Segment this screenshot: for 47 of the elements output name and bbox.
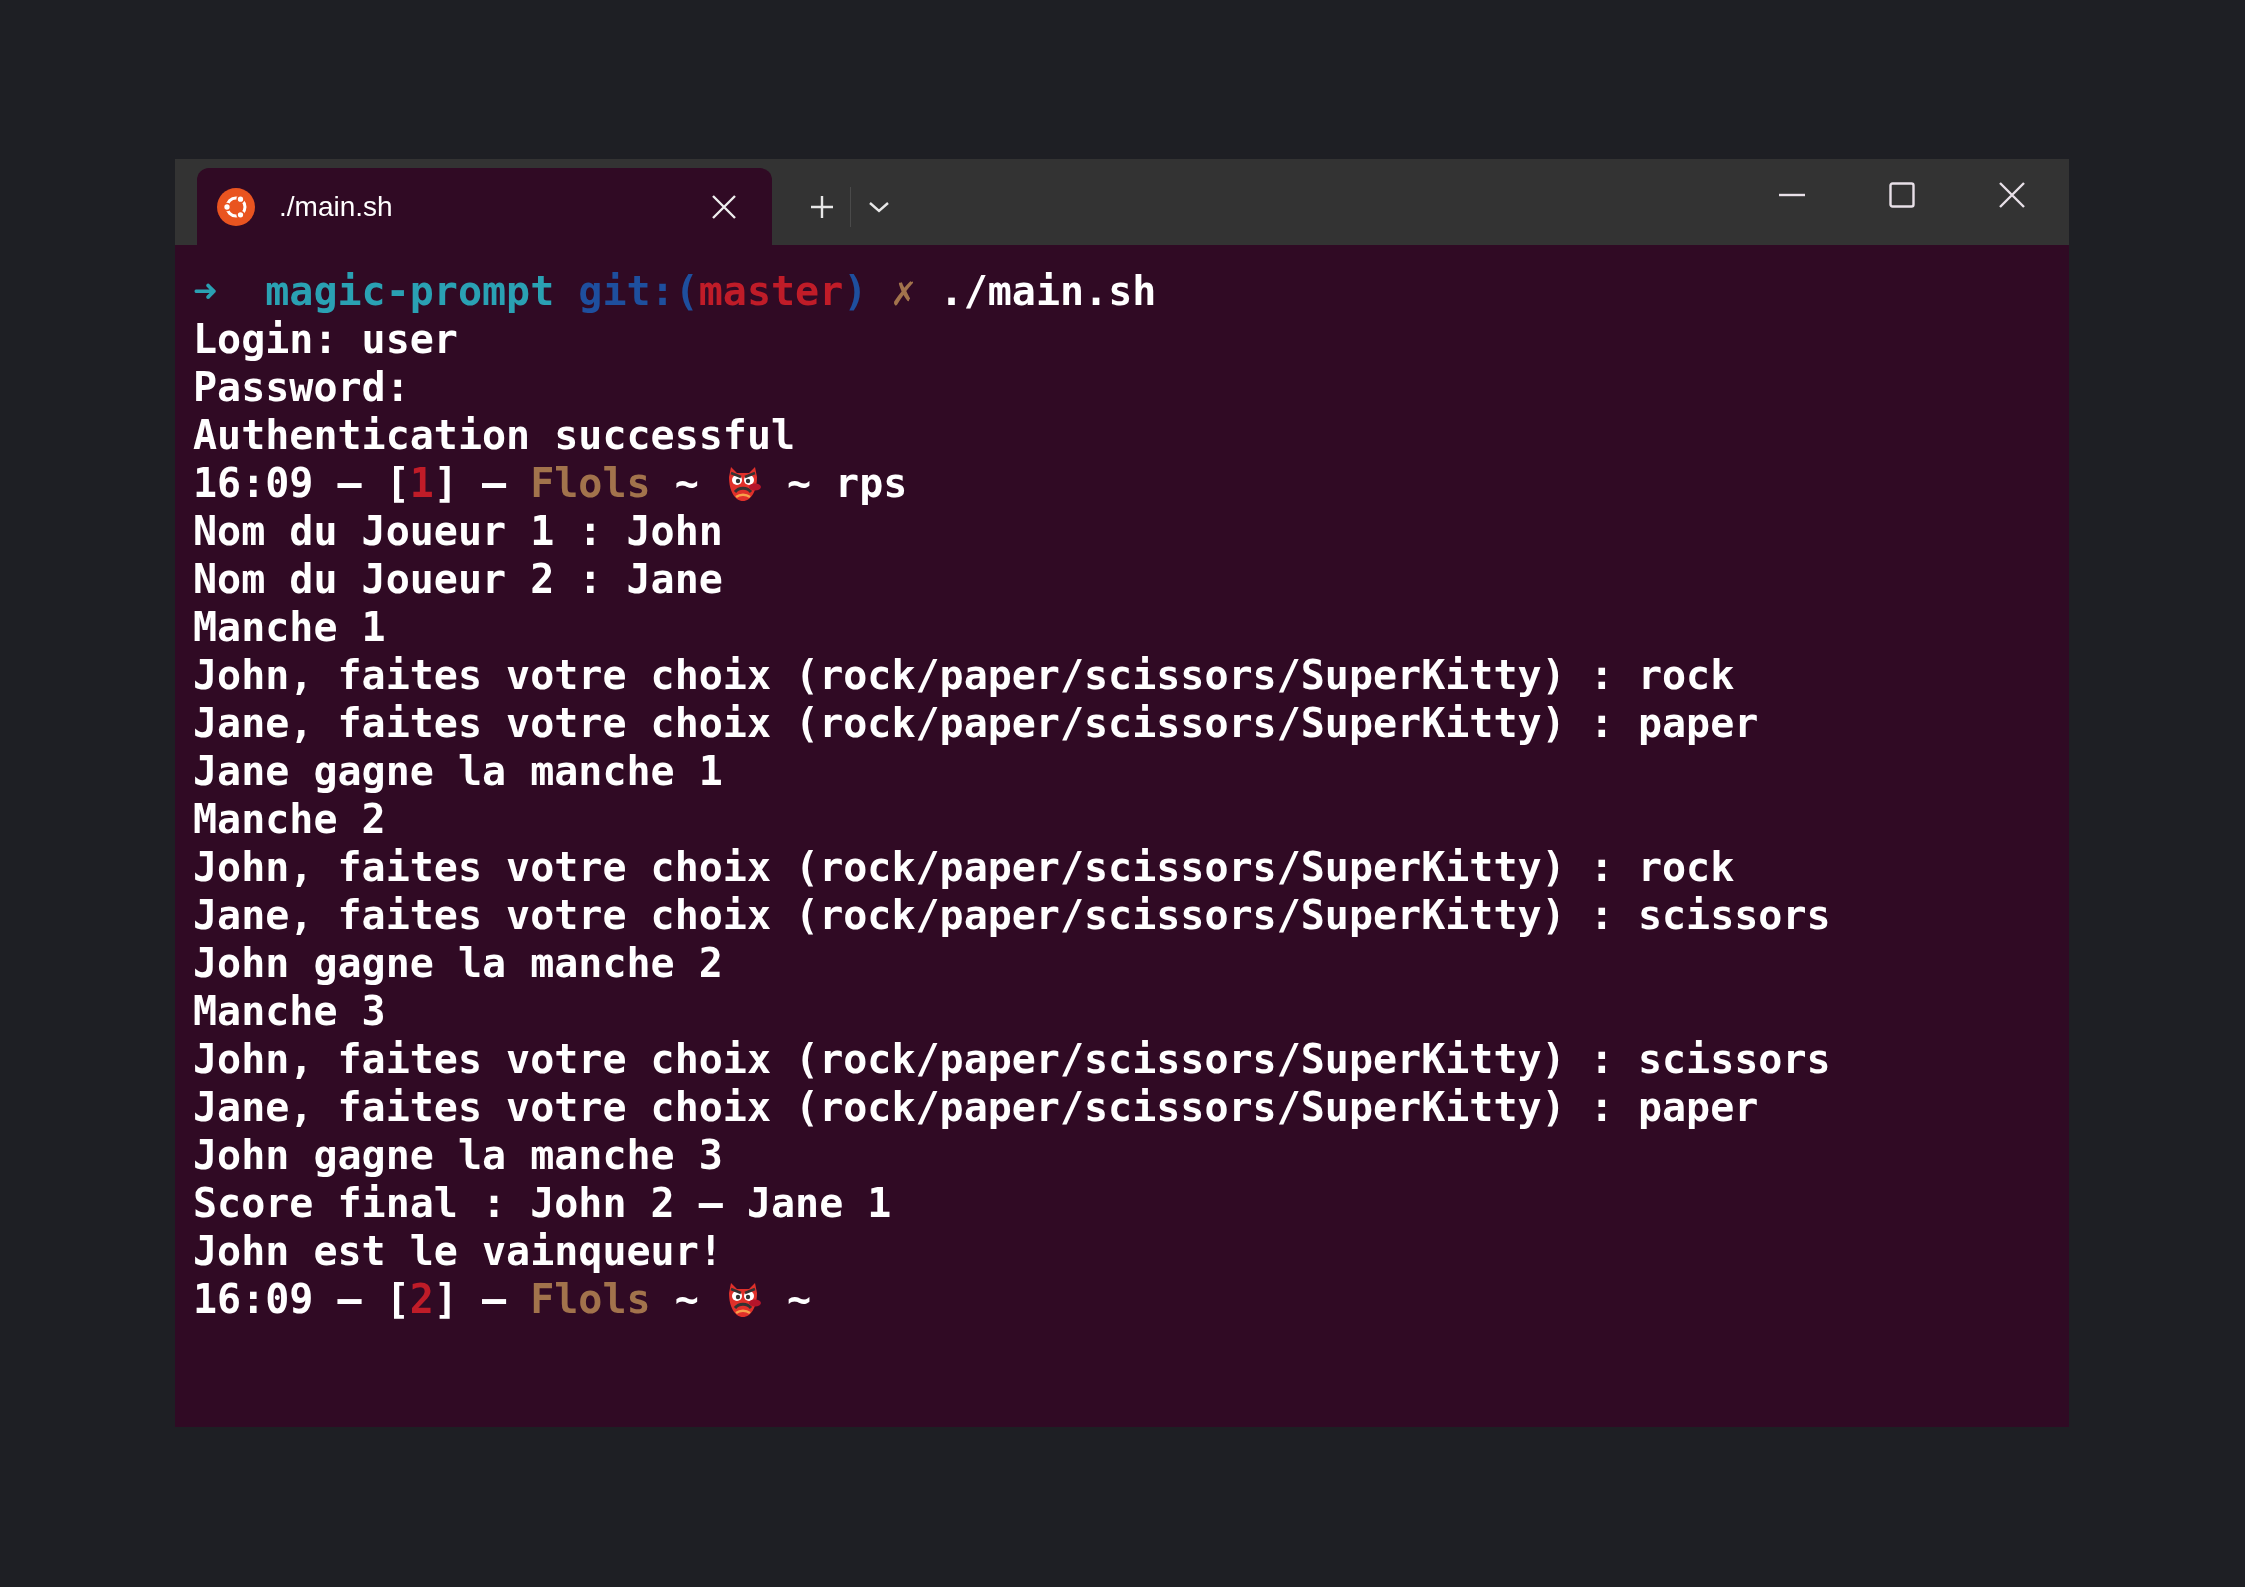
minimize-icon [1779, 193, 1805, 197]
prompt-text: ) [843, 268, 869, 314]
terminal-line: Jane, faites votre choix (rock/paper/scissors/SuperKitty) : scissors [193, 891, 1831, 939]
prompt-text: ✗ [891, 268, 917, 314]
terminal-line: John est le vainqueur! [193, 1227, 723, 1275]
prompt-text: ./main.sh [939, 268, 1157, 314]
close-icon [712, 194, 736, 219]
prompt-text: 2 [409, 1276, 434, 1322]
terminal-line: Authentication successful [193, 411, 796, 459]
prompt-text: 1 [409, 460, 434, 506]
tab-title: ./main.sh [279, 189, 394, 224]
ubuntu-logo-icon [217, 187, 255, 226]
prompt-text: ➜ [193, 268, 219, 314]
terminal-line: Score final : John 2 – Jane 1 [193, 1179, 892, 1227]
close-icon [1999, 182, 2025, 208]
prompt-text: ~ [785, 1276, 811, 1322]
prompt-text: Flols [530, 1276, 651, 1322]
terminal-line: John, faites votre choix (rock/paper/scissors/SuperKitty) : rock [193, 651, 1735, 699]
maximize-icon [1889, 182, 1915, 208]
prompt-text: master [698, 268, 844, 314]
terminal-line: Nom du Joueur 2 : Jane [193, 555, 723, 603]
terminal-line: Jane, faites votre choix (rock/paper/scissors/SuperKitty) : paper [193, 699, 1759, 747]
prompt-text: 16:09 – [ [193, 460, 410, 506]
terminal-line: John, faites votre choix (rock/paper/scissors/SuperKitty) : scissors [193, 1035, 1831, 1083]
terminal-line: Jane gagne la manche 1 [193, 747, 723, 795]
terminal-line: Login: user [193, 315, 458, 363]
terminal-line: Manche 2 [193, 795, 386, 843]
prompt-text: ] – [433, 460, 508, 506]
terminal-line: Password: [193, 363, 410, 411]
terminal-line: John, faites votre choix (rock/paper/scissors/SuperKitty) : rock [193, 843, 1735, 891]
terminal-line: John gagne la manche 2 [193, 939, 723, 987]
terminal-tab[interactable]: ./main.sh [197, 168, 772, 245]
terminal-line: Jane, faites votre choix (rock/paper/scissors/SuperKitty) : paper [193, 1083, 1759, 1131]
chevron-down-icon [868, 201, 890, 213]
terminal-line: Nom du Joueur 1 : John [193, 507, 723, 555]
prompt-text: ~ [673, 1276, 700, 1322]
prompt-text: ~ rps [785, 460, 908, 506]
prompt-text: Flols [530, 460, 651, 506]
terminal-line: John gagne la manche 3 [193, 1131, 723, 1179]
prompt-text: 16:09 – [ [193, 1276, 410, 1322]
plus-icon [809, 194, 835, 220]
terminal-line: Manche 3 [193, 987, 386, 1035]
prompt-text: ] – [433, 1276, 508, 1322]
terminal-line: Manche 1 [193, 603, 386, 651]
prompt-text: magic-prompt [265, 268, 556, 314]
prompt-text: git:( [578, 268, 699, 314]
prompt-text: ~ [673, 460, 700, 506]
